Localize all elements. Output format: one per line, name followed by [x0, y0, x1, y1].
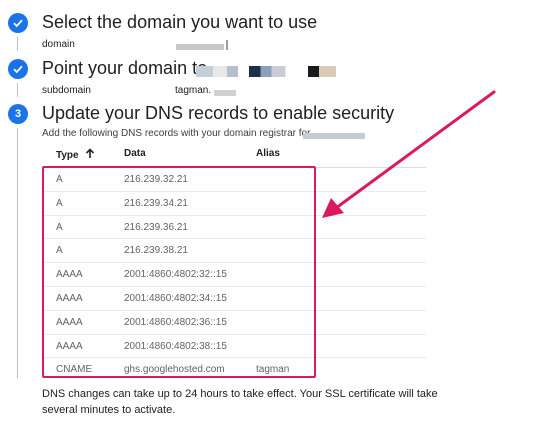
annotation-arrow-icon: [322, 90, 496, 218]
propagation-note: DNS changes can take up to 24 hours to t…: [42, 388, 438, 416]
